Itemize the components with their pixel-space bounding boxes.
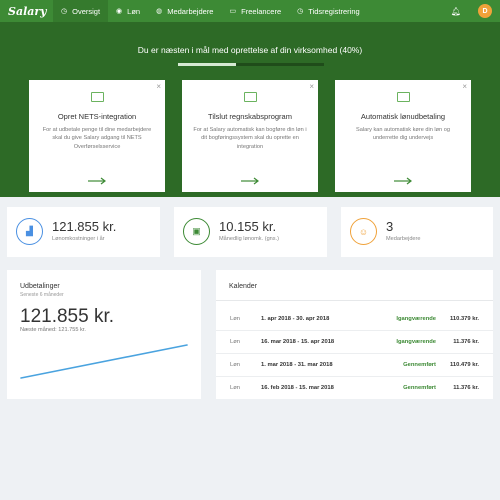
row-dates: 1. apr 2018 - 30. apr 2018 (261, 316, 330, 322)
stat-value: 10.155 kr. (219, 219, 277, 234)
money-icon (397, 92, 410, 102)
onboarding-hero: Du er næsten i mål med oprettelse af din… (0, 22, 500, 197)
row-amount: 110.479 kr. (449, 362, 479, 368)
arrow-right-icon[interactable] (88, 177, 106, 185)
row-amount: 110.379 kr. (449, 316, 479, 322)
stat-value: 3 (386, 219, 394, 234)
card-title: Opret NETS-integration (57, 112, 137, 121)
row-amount: 11.376 kr. (453, 339, 479, 345)
logo[interactable]: Salary (8, 5, 53, 18)
card-description: For at udbetale penge til dine medarbejd… (42, 127, 152, 150)
bell-icon[interactable]: 🔔︎ (451, 7, 461, 16)
row-dates: 16. feb 2018 - 15. mar 2018 (261, 385, 334, 391)
card-title: Tilslut regnskabsprogram (208, 112, 292, 121)
row-status: Igangværende (396, 339, 436, 345)
card-description: For at Salary automatisk kan bogføre din… (193, 127, 307, 150)
progress-fill (178, 63, 237, 66)
tab-oversigt[interactable]: ◷ Oversigt (53, 0, 109, 22)
upload-icon (244, 92, 257, 102)
tab-label: Løn (127, 6, 141, 16)
row-status: Igangværende (396, 316, 436, 322)
tab-tidsregistrering[interactable]: ◷ Tidsregistrering (289, 0, 368, 22)
row-status: Gennemført (403, 362, 436, 368)
row-dates: 1. mar 2018 - 31. mar 2018 (261, 362, 333, 368)
stat-label: Månedlig lønomk. (gns.) (219, 236, 279, 242)
top-nav: Salary ◷ Oversigt ◉ Løn ◍ Medarbejdere ▭ Fre… (0, 0, 500, 22)
tab-label: Oversigt (72, 6, 101, 16)
image-icon: ▣ (183, 218, 210, 245)
tab-medarbejdere[interactable]: ◍ Medarbejdere (148, 0, 221, 22)
payout-trend-line (20, 344, 188, 379)
card-automatic-payroll[interactable]: × Automatisk lønudbetaling Salary kan au… (335, 80, 471, 192)
stat-label: Medarbejdere (386, 236, 421, 242)
tab-lon[interactable]: ◉ Løn (108, 0, 148, 22)
tab-label: Medarbejdere (167, 6, 214, 16)
stat-payroll-costs: ▟ 121.855 kr. Lønomkostninger i år (7, 207, 160, 257)
stat-monthly-average: ▣ 10.155 kr. Månedlig lønomk. (gns.) (174, 207, 327, 257)
payouts-panel: Udbetalinger Seneste 6 måneder 121.855 k… (7, 270, 201, 399)
onboarding-progress-bar (178, 63, 324, 66)
avatar[interactable]: D (478, 4, 492, 18)
calendar-row[interactable]: Løn 1. mar 2018 - 31. mar 2018 Gennemfør… (216, 354, 493, 377)
row-amount: 11.376 kr. (453, 385, 479, 391)
close-icon[interactable]: × (309, 82, 314, 91)
bank-card-icon (91, 92, 104, 102)
row-type: Løn (230, 339, 240, 345)
row-dates: 16. mar 2018 - 15. apr 2018 (261, 339, 335, 345)
coins-icon: ◉ (116, 8, 123, 15)
onboarding-title: Du er næsten i mål med oprettelse af din… (137, 45, 363, 55)
card-description: Salary kan automatisk køre din løn og un… (356, 127, 450, 142)
row-type: Løn (230, 385, 240, 391)
close-icon[interactable]: × (462, 82, 467, 91)
tab-label: Freelancere (241, 6, 282, 16)
arrow-right-icon[interactable] (394, 177, 412, 185)
calendar-row[interactable]: Løn 1. apr 2018 - 30. apr 2018 Igangvære… (216, 308, 493, 331)
clock-icon: ◷ (61, 8, 68, 15)
row-status: Gennemført (403, 385, 436, 391)
row-type: Løn (230, 316, 240, 322)
panel-title: Kalender (229, 283, 258, 290)
bar-chart-icon: ▟ (16, 218, 43, 245)
row-type: Løn (230, 362, 240, 368)
clock-icon: ◷ (297, 8, 304, 15)
close-icon[interactable]: × (156, 82, 161, 91)
tab-label: Tidsregistrering (308, 6, 360, 16)
id-card-icon: ▭ (229, 8, 237, 15)
divider (216, 300, 493, 301)
payout-trend-chart (20, 344, 188, 379)
card-accounting-integration[interactable]: × Tilslut regnskabsprogram For at Salary… (182, 80, 318, 192)
calendar-panel: Kalender Løn 1. apr 2018 - 30. apr 2018 … (216, 270, 493, 399)
person-icon: ☺ (350, 218, 377, 245)
calendar-row[interactable]: Løn 16. feb 2018 - 15. mar 2018 Gennemfø… (216, 377, 493, 400)
users-icon: ◍ (156, 8, 163, 15)
card-nets-integration[interactable]: × Opret NETS-integration For at udbetale… (29, 80, 165, 192)
calendar-row[interactable]: Løn 16. mar 2018 - 15. apr 2018 Igangvær… (216, 331, 493, 354)
stat-value: 121.855 kr. (52, 219, 117, 234)
card-title: Automatisk lønudbetaling (360, 112, 446, 121)
stat-employees: ☺ 3 Medarbejdere (341, 207, 493, 257)
stat-label: Lønomkostninger i år (52, 236, 105, 242)
arrow-right-icon[interactable] (241, 177, 259, 185)
tab-freelancere[interactable]: ▭ Freelancere (221, 0, 289, 22)
